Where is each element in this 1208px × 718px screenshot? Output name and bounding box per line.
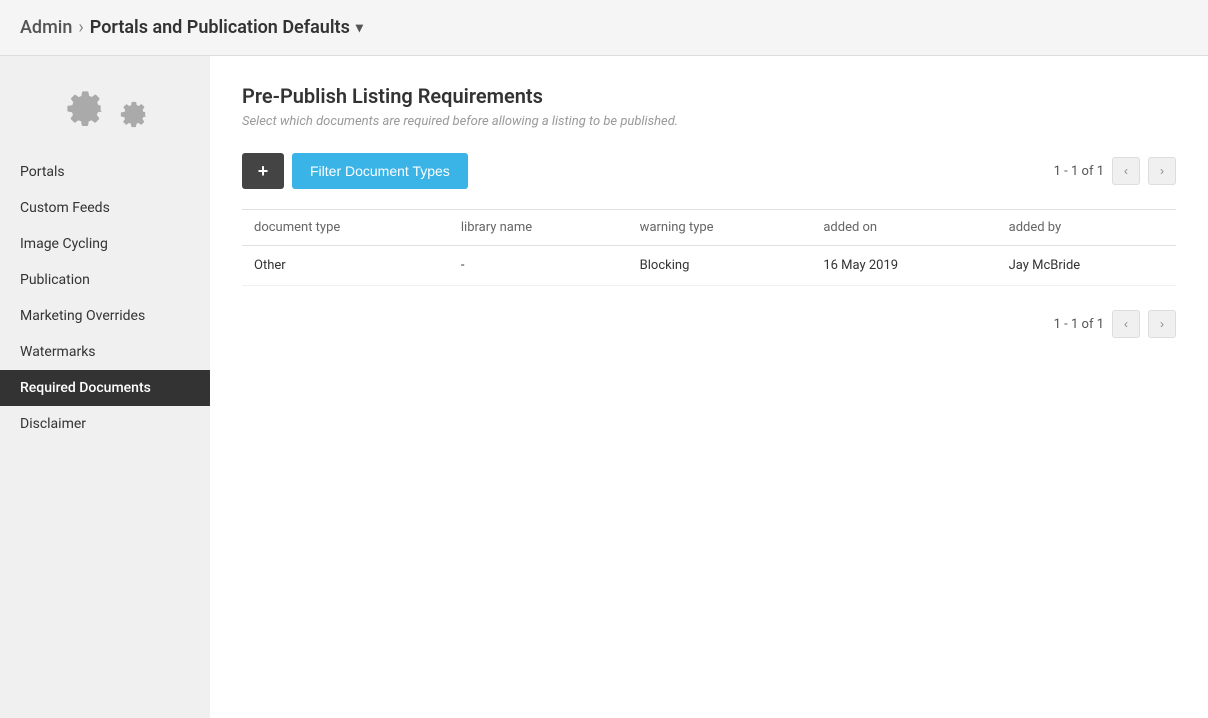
cell-document_type: Other: [242, 246, 449, 286]
top-pagination: 1 - 1 of 1 ‹ ›: [1054, 157, 1176, 185]
admin-link[interactable]: Admin: [20, 17, 72, 38]
sidebar: PortalsCustom FeedsImage CyclingPublicat…: [0, 56, 210, 718]
cell-library_name: -: [449, 246, 628, 286]
dropdown-arrow-icon[interactable]: ▾: [356, 20, 363, 36]
col-header-added_on: added on: [811, 210, 996, 246]
sidebar-item-image-cycling[interactable]: Image Cycling: [0, 226, 210, 262]
table-header-row: document typelibrary namewarning typeadd…: [242, 210, 1176, 246]
bottom-next-page-button[interactable]: ›: [1148, 310, 1176, 338]
bottom-pagination-text: 1 - 1 of 1: [1054, 317, 1104, 332]
next-page-button[interactable]: ›: [1148, 157, 1176, 185]
col-header-library_name: library name: [449, 210, 628, 246]
sidebar-gear-icons: [0, 72, 210, 154]
top-header: Admin › Portals and Publication Defaults…: [0, 0, 1208, 56]
sidebar-item-custom-feeds[interactable]: Custom Feeds: [0, 190, 210, 226]
table-row: Other-Blocking16 May 2019Jay McBride: [242, 246, 1176, 286]
prev-page-button[interactable]: ‹: [1112, 157, 1140, 185]
cell-added_on: 16 May 2019: [811, 246, 996, 286]
add-button[interactable]: +: [242, 153, 284, 189]
main-layout: PortalsCustom FeedsImage CyclingPublicat…: [0, 56, 1208, 718]
sidebar-item-portals[interactable]: Portals: [0, 154, 210, 190]
sidebar-item-required-documents[interactable]: Required Documents: [0, 370, 210, 406]
filter-document-types-button[interactable]: Filter Document Types: [292, 153, 468, 189]
documents-table: document typelibrary namewarning typeadd…: [242, 209, 1176, 286]
sidebar-item-marketing-overrides[interactable]: Marketing Overrides: [0, 298, 210, 334]
sidebar-nav: PortalsCustom FeedsImage CyclingPublicat…: [0, 154, 210, 442]
sidebar-item-publication[interactable]: Publication: [0, 262, 210, 298]
bottom-pagination: 1 - 1 of 1 ‹ ›: [242, 310, 1176, 338]
col-header-warning_type: warning type: [628, 210, 812, 246]
cell-warning_type: Blocking: [628, 246, 812, 286]
gear-small-icon: [114, 95, 152, 133]
cell-added_by: Jay McBride: [997, 246, 1176, 286]
page-breadcrumb-title: Portals and Publication Defaults: [90, 17, 350, 38]
page-title: Pre-Publish Listing Requirements: [242, 84, 1176, 108]
col-header-added_by: added by: [997, 210, 1176, 246]
toolbar: + Filter Document Types 1 - 1 of 1 ‹ ›: [242, 153, 1176, 189]
sidebar-item-watermarks[interactable]: Watermarks: [0, 334, 210, 370]
pagination-text: 1 - 1 of 1: [1054, 164, 1104, 179]
sidebar-item-disclaimer[interactable]: Disclaimer: [0, 406, 210, 442]
page-subtitle: Select which documents are required befo…: [242, 114, 1176, 129]
breadcrumb-separator: ›: [78, 17, 83, 38]
bottom-prev-page-button[interactable]: ‹: [1112, 310, 1140, 338]
content-area: Pre-Publish Listing Requirements Select …: [210, 56, 1208, 718]
breadcrumb: Admin › Portals and Publication Defaults…: [20, 17, 363, 38]
col-header-document_type: document type: [242, 210, 449, 246]
gear-large-icon: [58, 82, 110, 134]
